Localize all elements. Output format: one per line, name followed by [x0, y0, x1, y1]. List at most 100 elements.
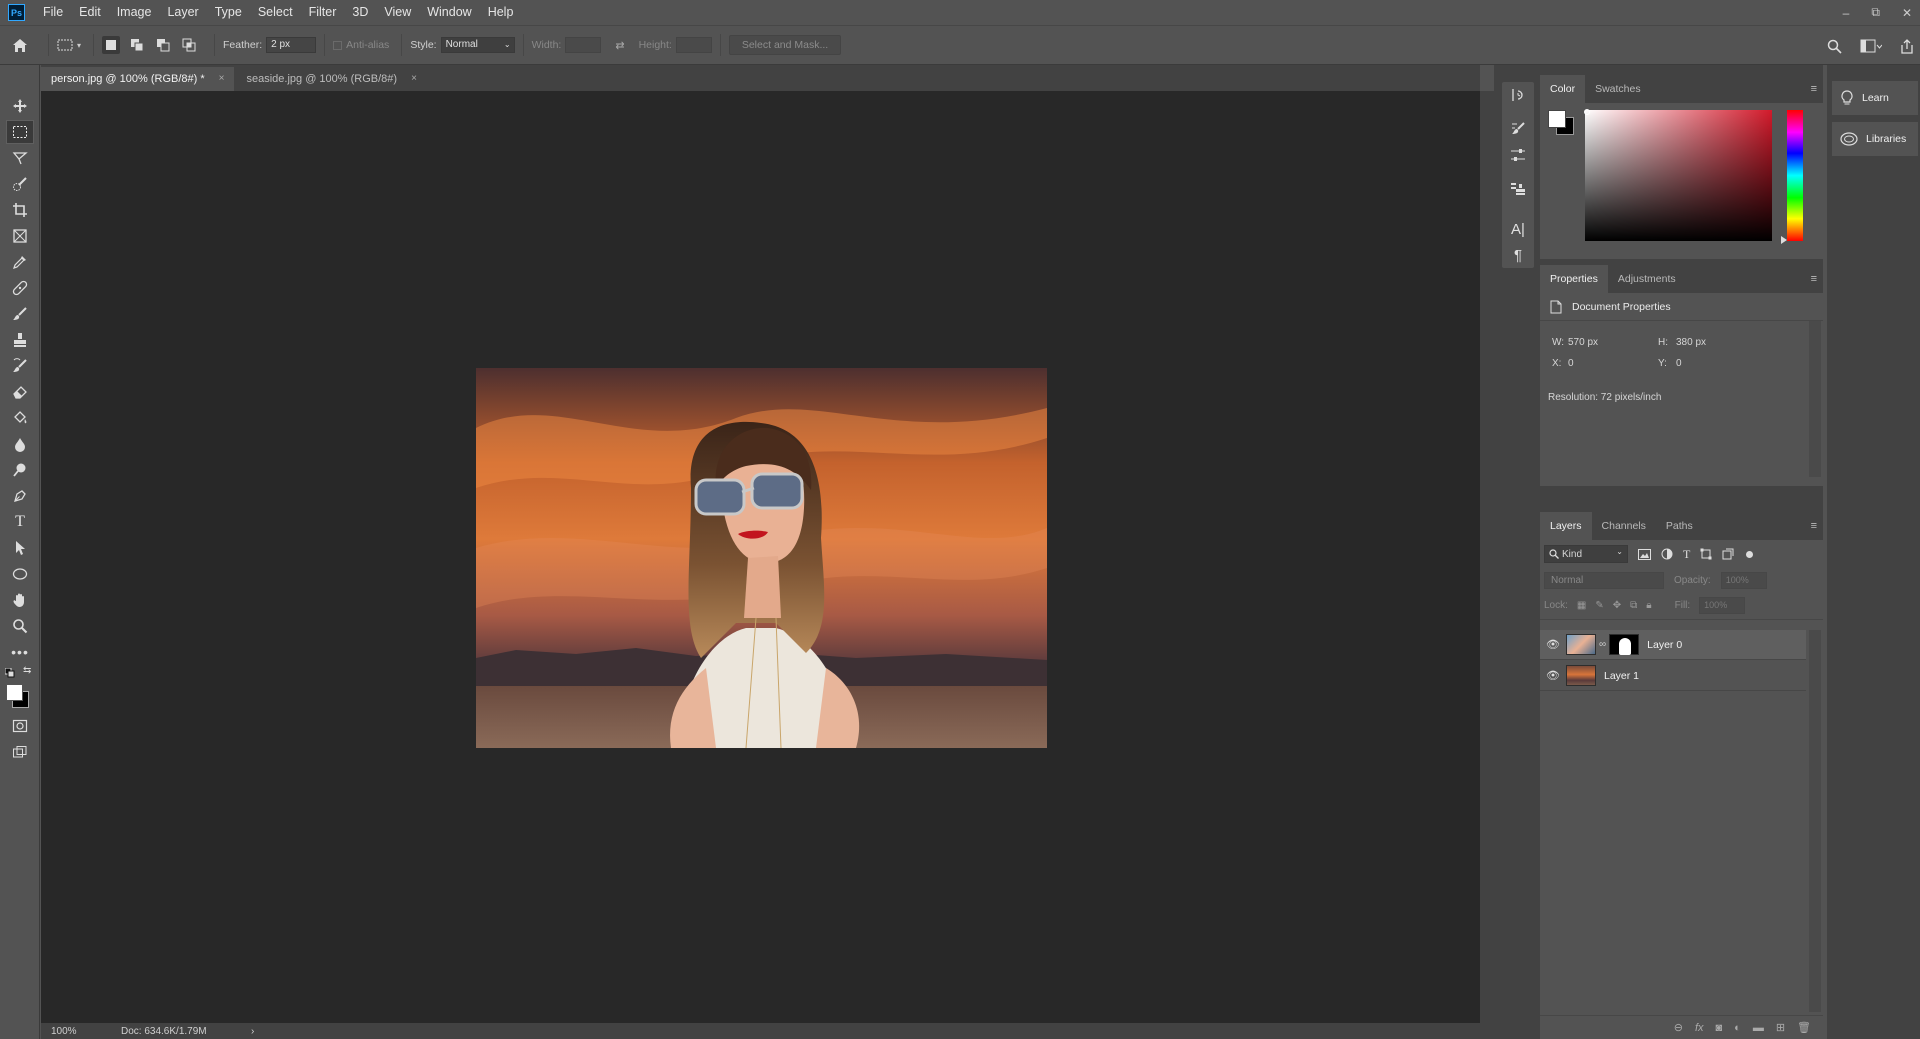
swap-icon[interactable]: ⇄ [615, 39, 624, 52]
layer-mask-thumbnail[interactable] [1609, 634, 1640, 655]
vertical-scrollbar[interactable] [1480, 91, 1494, 1023]
blur-tool[interactable] [0, 431, 40, 457]
blend-mode-select[interactable]: Normal [1544, 571, 1664, 589]
swap-colors-icon[interactable]: ⇆ [23, 665, 31, 676]
shape-filter-icon[interactable] [1700, 548, 1712, 560]
menu-layer[interactable]: Layer [159, 0, 206, 25]
properties-scrollbar[interactable] [1809, 321, 1821, 477]
history-brush-tool[interactable] [0, 353, 40, 379]
screen-mode-button[interactable] [0, 739, 40, 765]
tab-channels[interactable]: Channels [1592, 512, 1656, 540]
eyedropper-tool[interactable] [0, 249, 40, 275]
smart-object-filter-icon[interactable] [1722, 548, 1734, 560]
brush-settings-icon[interactable] [1502, 116, 1534, 142]
ellipse-tool[interactable] [0, 561, 40, 587]
adjustments-sliders-icon[interactable] [1502, 142, 1534, 168]
new-layer-icon[interactable]: ⊞ [1776, 1021, 1785, 1034]
menu-window[interactable]: Window [419, 0, 479, 25]
menu-file[interactable]: File [35, 0, 71, 25]
tab-adjustments[interactable]: Adjustments [1608, 265, 1686, 293]
layer-name[interactable]: Layer 1 [1604, 670, 1639, 682]
paragraph-icon[interactable]: ¶ [1502, 242, 1534, 268]
width-value[interactable]: 570 px [1568, 337, 1658, 348]
character-icon[interactable]: A| [1502, 216, 1534, 242]
hue-slider[interactable] [1787, 110, 1803, 241]
color-picker-handle[interactable] [1584, 109, 1590, 115]
width-input[interactable] [565, 37, 602, 53]
link-layers-icon[interactable]: ⊖ [1674, 1021, 1683, 1034]
restore-button[interactable]: ⧉ [1871, 5, 1880, 20]
menu-help[interactable]: Help [480, 0, 522, 25]
type-filter-icon[interactable]: T [1683, 547, 1690, 562]
foreground-color-swatch[interactable] [6, 684, 23, 701]
feather-input[interactable]: 2 px [266, 37, 317, 53]
panel-menu-icon[interactable]: ≡ [1811, 520, 1817, 532]
path-selection-tool[interactable] [0, 535, 40, 561]
learn-panel-button[interactable]: Learn [1832, 81, 1918, 115]
lock-all-icon[interactable]: 🔒︎ [1646, 600, 1651, 611]
edit-toolbar-button[interactable]: ••• [0, 639, 40, 665]
close-icon[interactable]: × [219, 67, 225, 91]
move-tool[interactable] [0, 93, 40, 119]
search-icon[interactable] [1827, 39, 1842, 54]
zoom-tool[interactable] [0, 613, 40, 639]
hand-tool[interactable] [0, 587, 40, 613]
quick-selection-tool[interactable] [0, 171, 40, 197]
layer-name[interactable]: Layer 0 [1647, 639, 1682, 651]
trash-icon[interactable]: 🗑︎ [1797, 1021, 1811, 1034]
quick-mask-button[interactable] [0, 713, 40, 739]
lock-artboard-icon[interactable]: ⧉ [1630, 600, 1637, 611]
fill-input[interactable]: 100% [1699, 597, 1746, 614]
eye-icon[interactable]: 👁︎ [1540, 669, 1566, 682]
subtract-selection-button[interactable] [154, 36, 172, 54]
lock-transparent-icon[interactable]: ▦ [1577, 600, 1586, 611]
dodge-tool[interactable] [0, 457, 40, 483]
home-icon[interactable] [0, 38, 40, 53]
style-select[interactable]: Normal ⌄ [440, 37, 515, 53]
layer-row[interactable]: 👁︎ Layer 1 [1540, 661, 1806, 691]
fx-icon[interactable]: fx [1695, 1022, 1704, 1034]
tab-color[interactable]: Color [1540, 75, 1586, 103]
tab-seaside[interactable]: seaside.jpg @ 100% (RGB/8#) × [236, 67, 426, 91]
menu-type[interactable]: Type [207, 0, 250, 25]
select-and-mask-button[interactable]: Select and Mask... [728, 35, 842, 55]
add-selection-button[interactable] [128, 36, 146, 54]
tab-person[interactable]: person.jpg @ 100% (RGB/8#) * × [41, 67, 235, 91]
clone-stamp-tool[interactable] [0, 327, 40, 353]
crop-tool[interactable] [0, 197, 40, 223]
type-tool[interactable]: T [0, 509, 40, 535]
adjustment-filter-icon[interactable] [1661, 548, 1673, 560]
mask-link-icon[interactable]: ∞ [1599, 639, 1606, 650]
menu-view[interactable]: View [376, 0, 419, 25]
default-colors-icon[interactable] [5, 668, 15, 678]
clone-source-icon[interactable] [1502, 176, 1534, 202]
intersect-selection-button[interactable] [180, 36, 198, 54]
history-icon[interactable] [1502, 82, 1534, 108]
menu-image[interactable]: Image [109, 0, 160, 25]
menu-3d[interactable]: 3D [344, 0, 376, 25]
layer-kind-select[interactable]: Kind ⌄ [1544, 545, 1628, 563]
tool-preset-picker[interactable]: ▾ [57, 39, 81, 51]
close-button[interactable]: ✕ [1902, 6, 1912, 20]
height-input[interactable] [675, 37, 712, 53]
lock-pixels-icon[interactable]: ✎ [1595, 600, 1603, 611]
color-field[interactable] [1585, 110, 1772, 241]
tab-paths[interactable]: Paths [1656, 512, 1703, 540]
lock-position-icon[interactable]: ✥ [1613, 600, 1621, 611]
height-value[interactable]: 380 px [1676, 337, 1736, 348]
hue-slider-handle[interactable] [1781, 236, 1787, 244]
libraries-panel-button[interactable]: Libraries [1832, 122, 1918, 156]
y-value[interactable]: 0 [1676, 358, 1736, 369]
add-mask-icon[interactable]: ◙ [1716, 1022, 1723, 1034]
tab-layers[interactable]: Layers [1540, 512, 1592, 540]
tab-swatches[interactable]: Swatches [1585, 75, 1651, 103]
x-value[interactable]: 0 [1568, 358, 1658, 369]
status-menu-arrow[interactable]: › [251, 1026, 254, 1037]
pen-tool[interactable] [0, 483, 40, 509]
antialias-checkbox[interactable] [333, 40, 343, 50]
adjustment-layer-icon[interactable]: ◐ [1734, 1022, 1741, 1034]
minimize-button[interactable]: – [1843, 6, 1850, 20]
tab-properties[interactable]: Properties [1540, 265, 1608, 293]
pixel-filter-icon[interactable] [1638, 548, 1651, 560]
layer-row[interactable]: 👁︎ ∞ Layer 0 [1540, 630, 1806, 660]
